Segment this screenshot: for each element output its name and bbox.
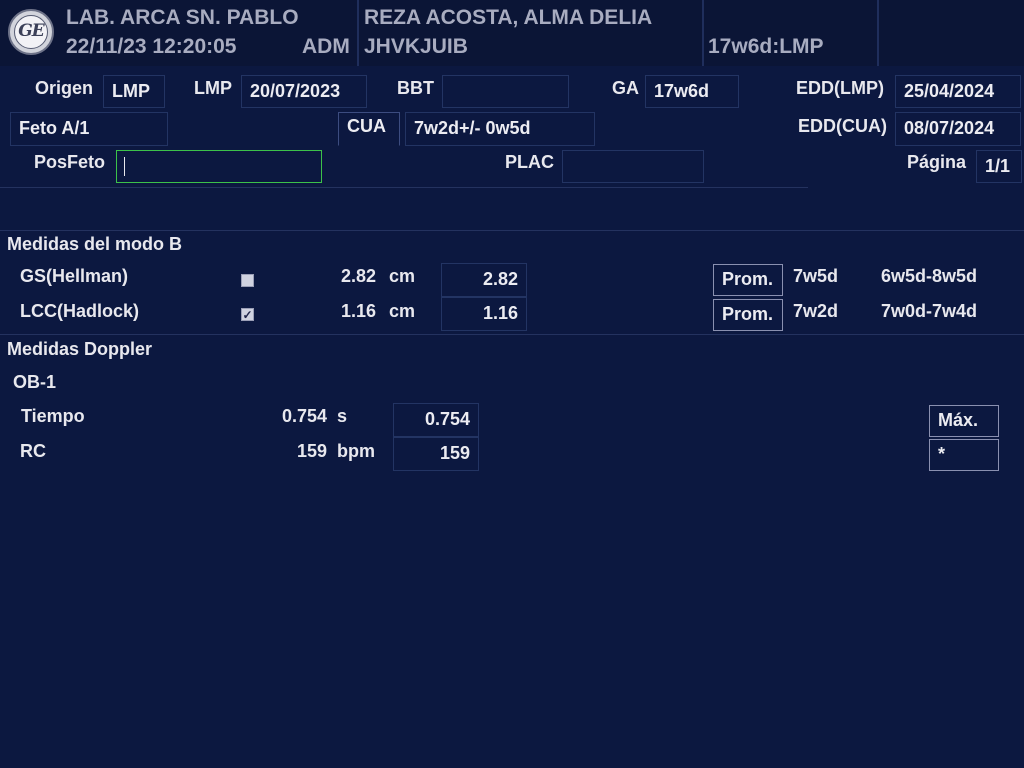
method-button[interactable]: Prom. [713, 264, 783, 296]
posfeto-input[interactable] [116, 150, 322, 183]
feto-selector[interactable]: Feto A/1 [10, 112, 168, 146]
posfeto-label: PosFeto [34, 152, 106, 172]
cua-tab[interactable]: CUA [338, 112, 400, 146]
ge-logo: GE [8, 9, 54, 55]
ga-range: 7w0d-7w4d [881, 301, 978, 321]
header-divider [877, 0, 879, 66]
cua-field[interactable]: 7w2d+/- 0w5d [405, 112, 595, 146]
divider [0, 230, 1024, 231]
result-field[interactable]: 159 [393, 437, 479, 471]
measurement-name: Tiempo [21, 406, 85, 426]
exam-datetime: 22/11/23 12:20:05 [66, 35, 237, 58]
pagina-label: Página [907, 152, 967, 172]
origen-label: Origen [35, 78, 94, 98]
institution-name: LAB. ARCA SN. PABLO [66, 6, 299, 29]
measurement-unit: bpm [337, 441, 375, 461]
ge-logo-text: GE [14, 15, 48, 49]
result-field[interactable]: 1.16 [441, 297, 527, 331]
method-button[interactable]: Prom. [713, 299, 783, 331]
ga-field[interactable]: 17w6d [645, 75, 739, 108]
method-button[interactable]: Máx. [929, 405, 999, 437]
bbt-field[interactable] [442, 75, 569, 108]
measurement-unit: s [337, 406, 348, 426]
bmode-title: Medidas del modo B [7, 234, 183, 254]
ga-label: GA [612, 78, 639, 98]
text-caret [124, 157, 125, 176]
measurement-value: 1.16 [341, 301, 377, 321]
measurement-name: RC [20, 441, 46, 461]
operator-id: ADM [302, 35, 350, 58]
measurement-unit: cm [389, 301, 416, 321]
measurement-name: LCC(Hadlock) [20, 301, 140, 321]
measurement-value: 2.82 [341, 266, 377, 286]
plac-field[interactable] [562, 150, 704, 183]
lmp-field[interactable]: 20/07/2023 [241, 75, 367, 108]
measurement-value: 0.754 [281, 406, 327, 426]
edd-lmp-field[interactable]: 25/04/2024 [895, 75, 1021, 108]
computed-ga: 7w2d [793, 301, 839, 321]
doppler-subsection: OB-1 [13, 372, 57, 392]
computed-ga: 7w5d [793, 266, 839, 286]
result-field[interactable]: 2.82 [441, 263, 527, 297]
header-bar: GE LAB. ARCA SN. PABLO 22/11/23 12:20:05… [0, 0, 1024, 66]
origen-field[interactable]: LMP [103, 75, 165, 108]
gestational-age-header: 17w6d:LMP [708, 35, 824, 58]
header-divider [357, 0, 359, 66]
edd-lmp-label: EDD(LMP) [796, 78, 884, 98]
ga-range: 6w5d-8w5d [881, 266, 978, 286]
patient-id: JHVKJUIB [364, 35, 468, 58]
include-checkbox[interactable] [241, 274, 254, 287]
plac-label: PLAC [505, 152, 554, 172]
measurement-unit: cm [389, 266, 416, 286]
pagina-field[interactable]: 1/1 [976, 150, 1022, 183]
bbt-label: BBT [397, 78, 434, 98]
divider [0, 187, 808, 188]
include-checkbox[interactable]: ✓ [241, 308, 254, 321]
measurement-name: GS(Hellman) [20, 266, 129, 286]
result-field[interactable]: 0.754 [393, 403, 479, 437]
edd-cua-label: EDD(CUA) [798, 116, 887, 136]
lmp-label: LMP [194, 78, 232, 98]
measurement-value: 159 [296, 441, 327, 461]
edd-cua-field[interactable]: 08/07/2024 [895, 112, 1021, 146]
divider [0, 334, 1024, 335]
patient-name: REZA ACOSTA, ALMA DELIA [364, 6, 653, 29]
header-divider [702, 0, 704, 66]
doppler-title: Medidas Doppler [7, 339, 153, 359]
method-button[interactable]: * [929, 439, 999, 471]
